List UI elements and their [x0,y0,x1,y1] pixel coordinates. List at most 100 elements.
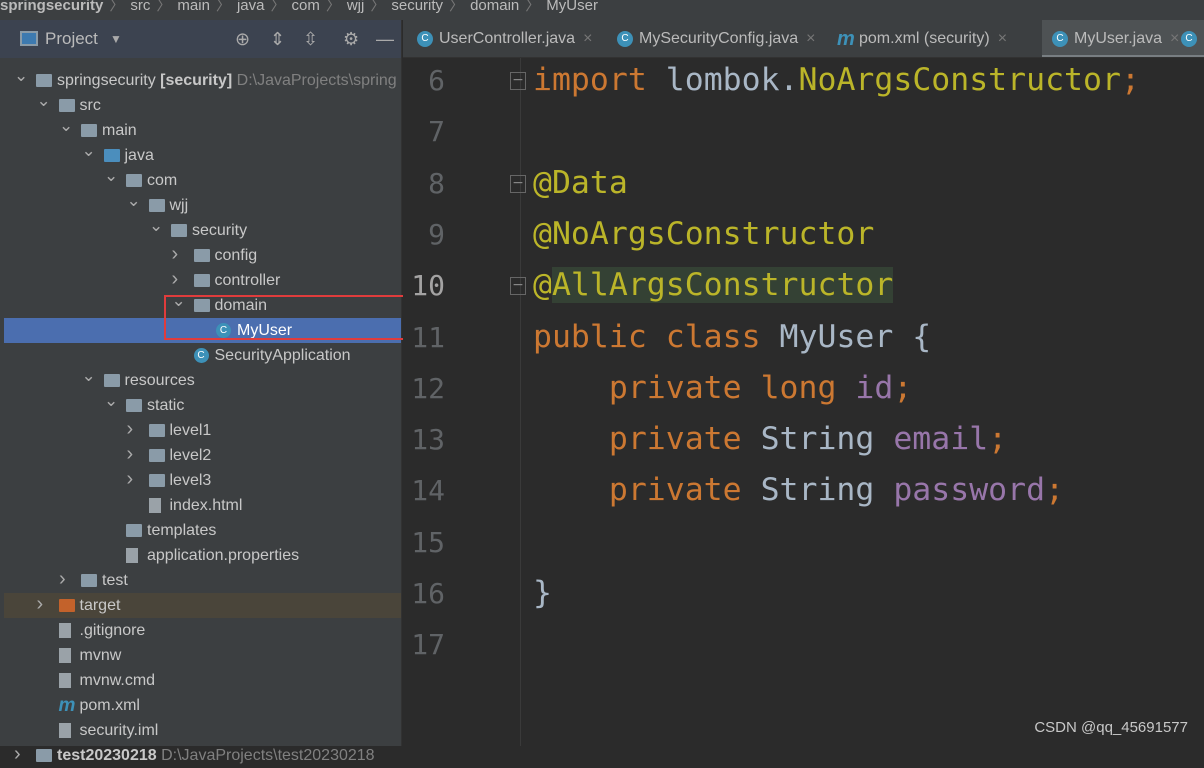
breadcrumb-item[interactable]: security [391,0,443,14]
code-line[interactable]: @AllArgsConstructor [533,267,894,304]
folder-icon [148,474,165,487]
chevron-down-icon[interactable]: ⌄ [149,213,163,238]
tree-item-label: springsecurity [security] D:\JavaProject… [57,68,397,93]
chevron-right-icon[interactable]: › [172,242,179,267]
tree-item-java[interactable]: ⌄ java [4,141,401,168]
folder-icon [36,749,52,762]
breadcrumb-item[interactable]: main [177,0,210,14]
class-icon[interactable]: C [1181,20,1203,57]
package-icon [193,274,210,287]
file-icon [58,648,71,663]
line-number: 16 [411,577,445,610]
tree-item-name: mvnw [79,647,122,664]
line-number: 11 [411,320,445,354]
chevron-right-icon[interactable]: › [127,442,134,467]
breadcrumb-item[interactable]: src [130,0,150,14]
tree-item-springsecurity[interactable]: ⌄ springsecurity [security] D:\JavaProjec… [4,66,401,93]
collapse-all-icon[interactable]: ⇳ [303,29,318,50]
fold-marker-icon[interactable]: − [510,277,526,296]
chevron-down-icon[interactable]: ▼ [110,32,122,46]
tree-item-security[interactable]: ⌄ security [4,216,401,243]
code-line[interactable]: } [533,575,552,611]
tree-item-level3[interactable]: › level3 [4,468,401,493]
code-token: private long [608,369,856,406]
tree-item-security-iml[interactable]: security.iml [4,718,401,743]
chevron-right-icon[interactable]: › [37,592,44,617]
chevron-down-icon[interactable]: ⌄ [82,363,96,388]
close-icon[interactable]: × [583,30,592,47]
code-line[interactable]: private long id; [533,370,912,406]
tree-item-index-html[interactable]: index.html [4,493,401,518]
code-line[interactable]: @NoArgsConstructor [533,216,874,252]
code-line[interactable]: private String email; [533,421,1007,457]
chevron-down-icon[interactable]: ⌄ [104,388,118,413]
locate-icon[interactable]: ⊕ [235,29,250,50]
tree-item-config[interactable]: › config [4,243,401,268]
tree-item-level2[interactable]: › level2 [4,443,401,468]
breadcrumb-item[interactable]: springsecurity [0,0,103,14]
tree-item--gitignore[interactable]: .gitignore [4,618,401,643]
code-editor[interactable]: 6− import lombok.NoArgsConstructor; 7 8− @Da… [403,58,1204,746]
chevron-right-icon[interactable]: › [59,567,66,592]
tree-item-target[interactable]: › target [4,593,401,618]
chevron-right-icon[interactable]: › [127,467,134,492]
gear-icon[interactable]: ⚙ [343,29,359,50]
tree-item-com[interactable]: ⌄ com [4,166,401,193]
tab-myuser-java[interactable]: C MyUser.java × [1042,20,1204,57]
tree-item-templates[interactable]: templates [4,518,401,543]
chevron-down-icon[interactable]: ⌄ [82,138,96,163]
breadcrumb-item[interactable]: com [291,0,319,14]
code-line[interactable]: import lombok.NoArgsConstructor; [533,62,1140,98]
fold-marker-icon[interactable]: − [510,72,526,90]
tab-label: MyUser.java [1074,30,1163,47]
breadcrumb-item[interactable]: MyUser [546,0,598,14]
tab-usercontroller-java[interactable]: C UserController.java × [411,20,611,57]
code-line[interactable]: private String password; [533,472,1064,508]
tree-item-application-properties[interactable]: application.properties [4,543,401,568]
module-path: D:\JavaProjects\spring [236,72,397,89]
project-view-selector[interactable]: Project [45,29,98,49]
folder-icon [103,374,120,387]
tree-item-test20230218[interactable]: › test20230218 D:\JavaProjects\test202302… [4,743,401,768]
fold-marker-icon[interactable]: − [510,174,526,193]
tree-item-name: test [102,572,128,589]
chevron-down-icon[interactable]: ⌄ [59,113,73,138]
tree-item-wjj[interactable]: ⌄ wjj [4,191,401,218]
chevron-down-icon[interactable]: ⌄ [37,88,51,113]
close-icon[interactable]: × [806,30,815,47]
tree-item-label: controller [215,268,281,293]
tree-item-resources[interactable]: ⌄ resources [4,366,401,393]
breadcrumb-item[interactable]: java [237,0,265,14]
close-icon[interactable]: × [1170,30,1179,47]
code-token: import [533,62,666,98]
minimize-icon[interactable]: — [376,29,394,50]
tree-item-test[interactable]: › test [4,568,401,593]
tree-item-label: application.properties [147,543,299,568]
folder-icon [148,424,165,437]
tab-mysecurityconfig-java[interactable]: C MySecurityConfig.java × [611,20,831,57]
close-icon[interactable]: × [998,30,1007,47]
project-panel: Project ▼ ⊕ ⇕ ⇳ ⚙ — ⌄ springsecurity [sec… [0,20,402,765]
chevron-down-icon[interactable]: ⌄ [127,188,141,213]
code-line[interactable]: public class MyUser { [533,319,931,355]
tree-item-controller[interactable]: › controller [4,268,401,293]
folder-icon [36,74,52,87]
tree-item-mvnw[interactable]: mvnw [4,643,401,668]
tree-item-mvnw-cmd[interactable]: mvnw.cmd [4,668,401,693]
breadcrumb-item[interactable]: wjj [347,0,365,14]
tree-item-pom-xml[interactable]: m pom.xml [4,693,401,718]
expand-all-icon[interactable]: ⇕ [270,29,285,50]
tree-item-level1[interactable]: › level1 [4,418,401,443]
tree-item-main[interactable]: ⌄ main [4,116,401,143]
file-icon [126,548,138,563]
chevron-down-icon[interactable]: ⌄ [104,163,118,188]
tree-item-securityapplication[interactable]: C SecurityApplication [4,343,401,368]
breadcrumb-item[interactable]: domain [470,0,519,14]
tree-item-static[interactable]: ⌄ static [4,391,401,418]
tab-pom-xml-security-[interactable]: m pom.xml (security) × [831,20,1046,57]
tab-label: pom.xml (security) [859,30,990,47]
chevron-down-icon[interactable]: ⌄ [14,63,28,88]
chevron-right-icon[interactable]: › [127,417,134,442]
code-line[interactable]: @Data [533,165,628,201]
tree-item-name: level2 [169,447,212,464]
